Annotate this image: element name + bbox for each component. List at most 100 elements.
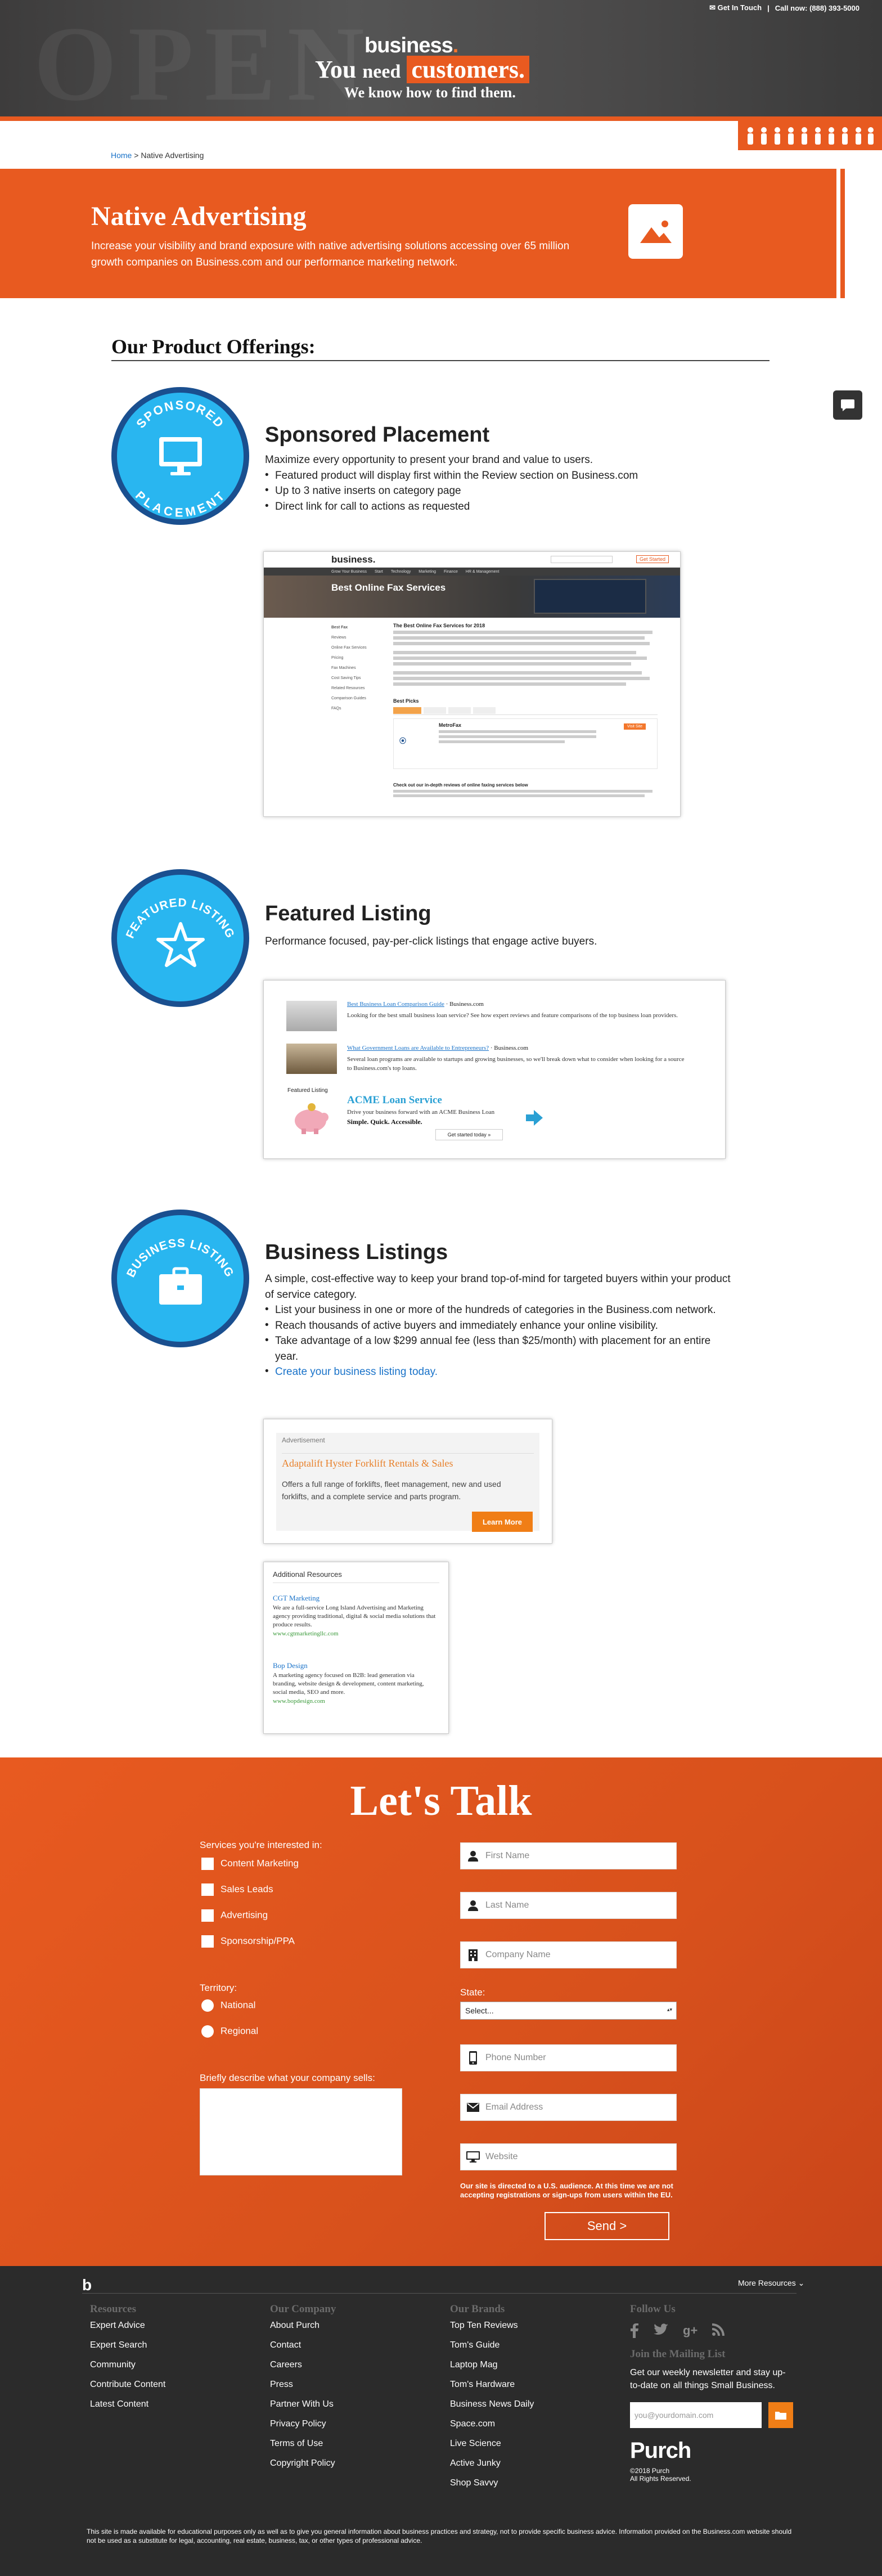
page-title: Native Advertising: [91, 201, 307, 231]
ad-title[interactable]: Adaptalift Hyster Forklift Rentals & Sal…: [282, 1458, 453, 1469]
territory-option-national[interactable]: National: [201, 1999, 255, 2012]
shot-acme-line: Drive your business forward with an ACME…: [347, 1109, 495, 1116]
footer-link[interactable]: About Purch: [270, 2316, 336, 2335]
territory-label: Territory:: [200, 1982, 237, 1993]
footer-link[interactable]: Live Science: [450, 2434, 534, 2453]
footer-link[interactable]: Partner With Us: [270, 2394, 336, 2414]
shot-link: Best Business Loan Comparison Guide: [347, 1001, 444, 1008]
ad-learn-more-button[interactable]: Learn More: [472, 1512, 533, 1532]
footer-link[interactable]: Top Ten Reviews: [450, 2316, 534, 2335]
google-plus-icon[interactable]: g+: [683, 2323, 698, 2338]
service-option-advertising[interactable]: Advertising: [201, 1909, 268, 1922]
describe-textarea[interactable]: [200, 2088, 402, 2175]
email-address-field[interactable]: Email Address: [460, 2094, 677, 2121]
facebook-icon[interactable]: [630, 2323, 639, 2338]
footer-column-brands: Our Brands Top Ten Reviews Tom's Guide L…: [450, 2303, 534, 2493]
create-listing-link[interactable]: Create your business listing today.: [275, 1366, 438, 1378]
footer-link[interactable]: Expert Advice: [90, 2316, 165, 2335]
resource-link[interactable]: Bop Design: [273, 1661, 436, 1670]
building-icon: [469, 1949, 478, 1961]
shot-hero: Best Online Fax Services: [264, 576, 680, 618]
checkbox[interactable]: [201, 1935, 214, 1948]
footer-link[interactable]: Tom's Hardware: [450, 2375, 534, 2394]
badge-text: FEATURED LISTING: [124, 896, 237, 941]
checkbox[interactable]: [201, 1858, 214, 1870]
shot-acme-tagline: Simple. Quick. Accessible.: [347, 1118, 422, 1126]
more-resources-menu[interactable]: More Resources ⌄: [738, 2278, 804, 2288]
listings-bullet: List your business in one or more of the…: [265, 1302, 732, 1318]
offerings-heading: Our Product Offerings:: [111, 335, 316, 358]
svg-text:PLACEMENT: PLACEMENT: [133, 488, 228, 520]
footer-link[interactable]: Privacy Policy: [270, 2414, 336, 2434]
radio-button[interactable]: [201, 2025, 214, 2038]
footer-link[interactable]: Active Junky: [450, 2453, 534, 2473]
checkbox[interactable]: [201, 1909, 214, 1922]
get-in-touch-link[interactable]: ✉ Get In Touch: [709, 3, 762, 12]
footer-logo[interactable]: b: [82, 2276, 92, 2294]
shot-article: The Best Online Fax Services for 2018 Be…: [393, 623, 658, 797]
shot-search-box: [551, 556, 613, 563]
checkbox[interactable]: [201, 1883, 214, 1896]
newsletter-email-input[interactable]: you@yourdomain.com: [630, 2402, 762, 2428]
footer-link[interactable]: Space.com: [450, 2414, 534, 2434]
footer-link[interactable]: Copyright Policy: [270, 2453, 336, 2473]
mailing-title: Join the Mailing List: [630, 2348, 726, 2360]
service-option-sponsorship[interactable]: Sponsorship/PPA: [201, 1935, 295, 1948]
state-select[interactable]: Select... ▴▾: [460, 2002, 677, 2020]
rss-icon[interactable]: [712, 2323, 725, 2336]
shot-acme-button: Get started today »: [435, 1129, 503, 1140]
footer-link[interactable]: Business News Daily: [450, 2394, 534, 2414]
breadcrumb-home-link[interactable]: Home: [111, 151, 132, 160]
breadcrumb-current: Native Advertising: [141, 151, 204, 160]
footer-link[interactable]: Press: [270, 2375, 336, 2394]
sponsored-intro: Maximize every opportunity to present yo…: [265, 454, 593, 466]
offerings-divider: [111, 360, 770, 361]
website-field[interactable]: Website: [460, 2143, 677, 2170]
svg-text:SPONSORED: SPONSORED: [133, 398, 227, 430]
company-name-field[interactable]: Company Name: [460, 1941, 677, 1968]
footer-link[interactable]: Tom's Guide: [450, 2335, 534, 2355]
describe-label: Briefly describe what your company sells…: [200, 2073, 375, 2083]
resources-title: Additional Resources: [273, 1570, 342, 1579]
footer-link[interactable]: Contact: [270, 2335, 336, 2355]
last-name-field[interactable]: Last Name: [460, 1892, 677, 1919]
service-option-content-marketing[interactable]: Content Marketing: [201, 1858, 299, 1870]
arrow-right-icon: [526, 1110, 543, 1126]
business-logo[interactable]: business.: [364, 34, 458, 58]
newsletter-submit-button[interactable]: [768, 2402, 793, 2428]
service-option-sales-leads[interactable]: Sales Leads: [201, 1883, 273, 1896]
listings-title: Business Listings: [265, 1240, 448, 1264]
sponsored-description: Maximize every opportunity to present yo…: [265, 452, 771, 514]
sponsored-title: Sponsored Placement: [265, 423, 490, 447]
footer-link[interactable]: Terms of Use: [270, 2434, 336, 2453]
footer-link[interactable]: Shop Savvy: [450, 2473, 534, 2493]
envelope-icon: [467, 2103, 479, 2112]
footer-link[interactable]: Latest Content: [90, 2394, 165, 2414]
featured-title: Featured Listing: [265, 902, 431, 925]
send-button[interactable]: Send >: [544, 2212, 669, 2240]
twitter-icon[interactable]: [654, 2323, 668, 2336]
featured-example-screenshot: Best Business Loan Comparison Guide · Bu…: [263, 980, 726, 1159]
resource-url[interactable]: www.cgtmarketingllc.com: [273, 1630, 436, 1637]
mailing-description: Get our weekly newsletter and stay up-to…: [630, 2368, 786, 2390]
call-now-text[interactable]: Call now: (888) 393-5000: [775, 4, 860, 12]
footer-disclaimer: This site is made available for educatio…: [87, 2528, 792, 2544]
footer-link[interactable]: Laptop Mag: [450, 2355, 534, 2375]
state-label: State:: [460, 1987, 485, 1998]
footer-link[interactable]: Expert Search: [90, 2335, 165, 2355]
purch-logo[interactable]: Purch: [630, 2438, 793, 2463]
footer-link[interactable]: Careers: [270, 2355, 336, 2375]
chat-button[interactable]: [833, 390, 862, 420]
resource-link[interactable]: CGT Marketing: [273, 1594, 436, 1603]
footer-link[interactable]: Contribute Content: [90, 2375, 165, 2394]
first-name-field[interactable]: First Name: [460, 1842, 677, 1869]
svg-text:BUSINESS LISTING: BUSINESS LISTING: [124, 1237, 236, 1279]
territory-option-regional[interactable]: Regional: [201, 2025, 258, 2038]
resource-url[interactable]: www.bopdesign.com: [273, 1698, 436, 1705]
shot-link: What Government Loans are Available to E…: [347, 1045, 489, 1051]
radio-button[interactable]: [201, 1999, 214, 2012]
shot-sidebar: Best Fax Reviews Online Fax Services Pri…: [331, 626, 367, 711]
footer-link[interactable]: Community: [90, 2355, 165, 2375]
additional-resources: Additional Resources CGT Marketing We ar…: [263, 1562, 449, 1734]
phone-number-field[interactable]: Phone Number: [460, 2044, 677, 2071]
